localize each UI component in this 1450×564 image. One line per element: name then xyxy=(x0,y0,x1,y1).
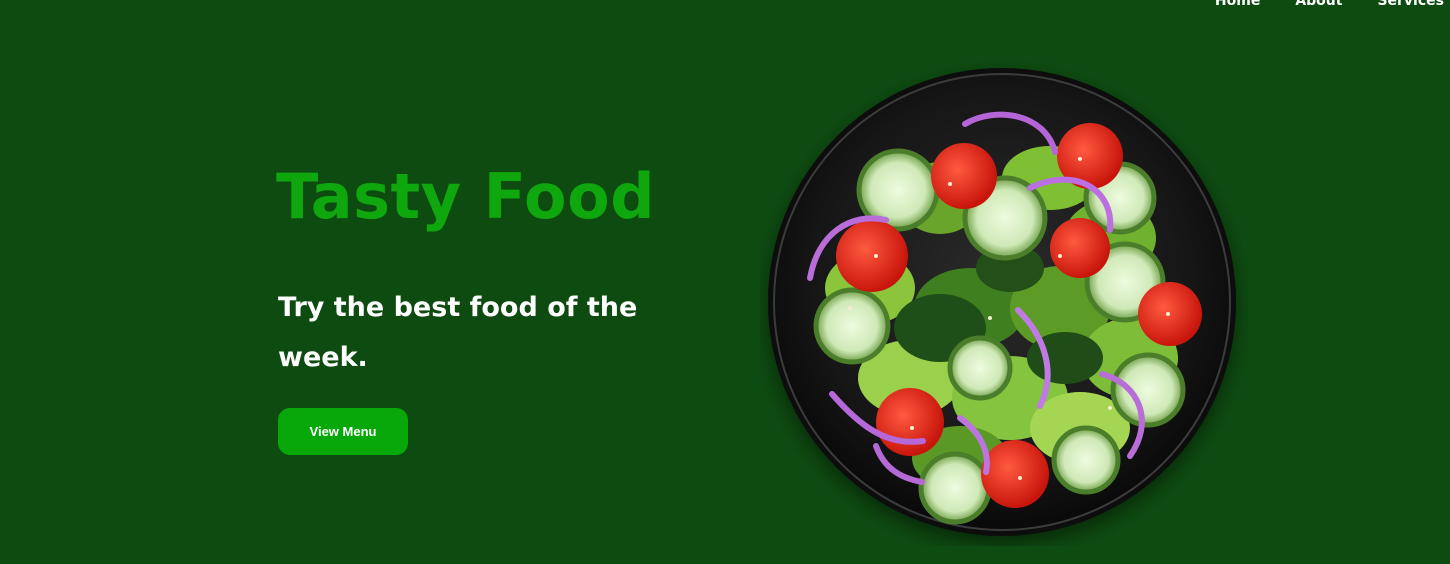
hero-subtitle: Try the best food of the week. xyxy=(278,292,638,373)
top-navigation: Home About Services xyxy=(1215,0,1444,11)
nav-services-link[interactable]: Services xyxy=(1377,0,1444,11)
nav-about-link[interactable]: About xyxy=(1295,0,1342,11)
hero-title: Tasty Food xyxy=(276,160,656,233)
nav-home-link[interactable]: Home xyxy=(1215,0,1260,11)
salad-bowl-image xyxy=(760,58,1248,546)
view-menu-button[interactable]: View Menu xyxy=(278,408,408,455)
hero-text: Tasty Food Try the best food of the week… xyxy=(276,155,696,383)
